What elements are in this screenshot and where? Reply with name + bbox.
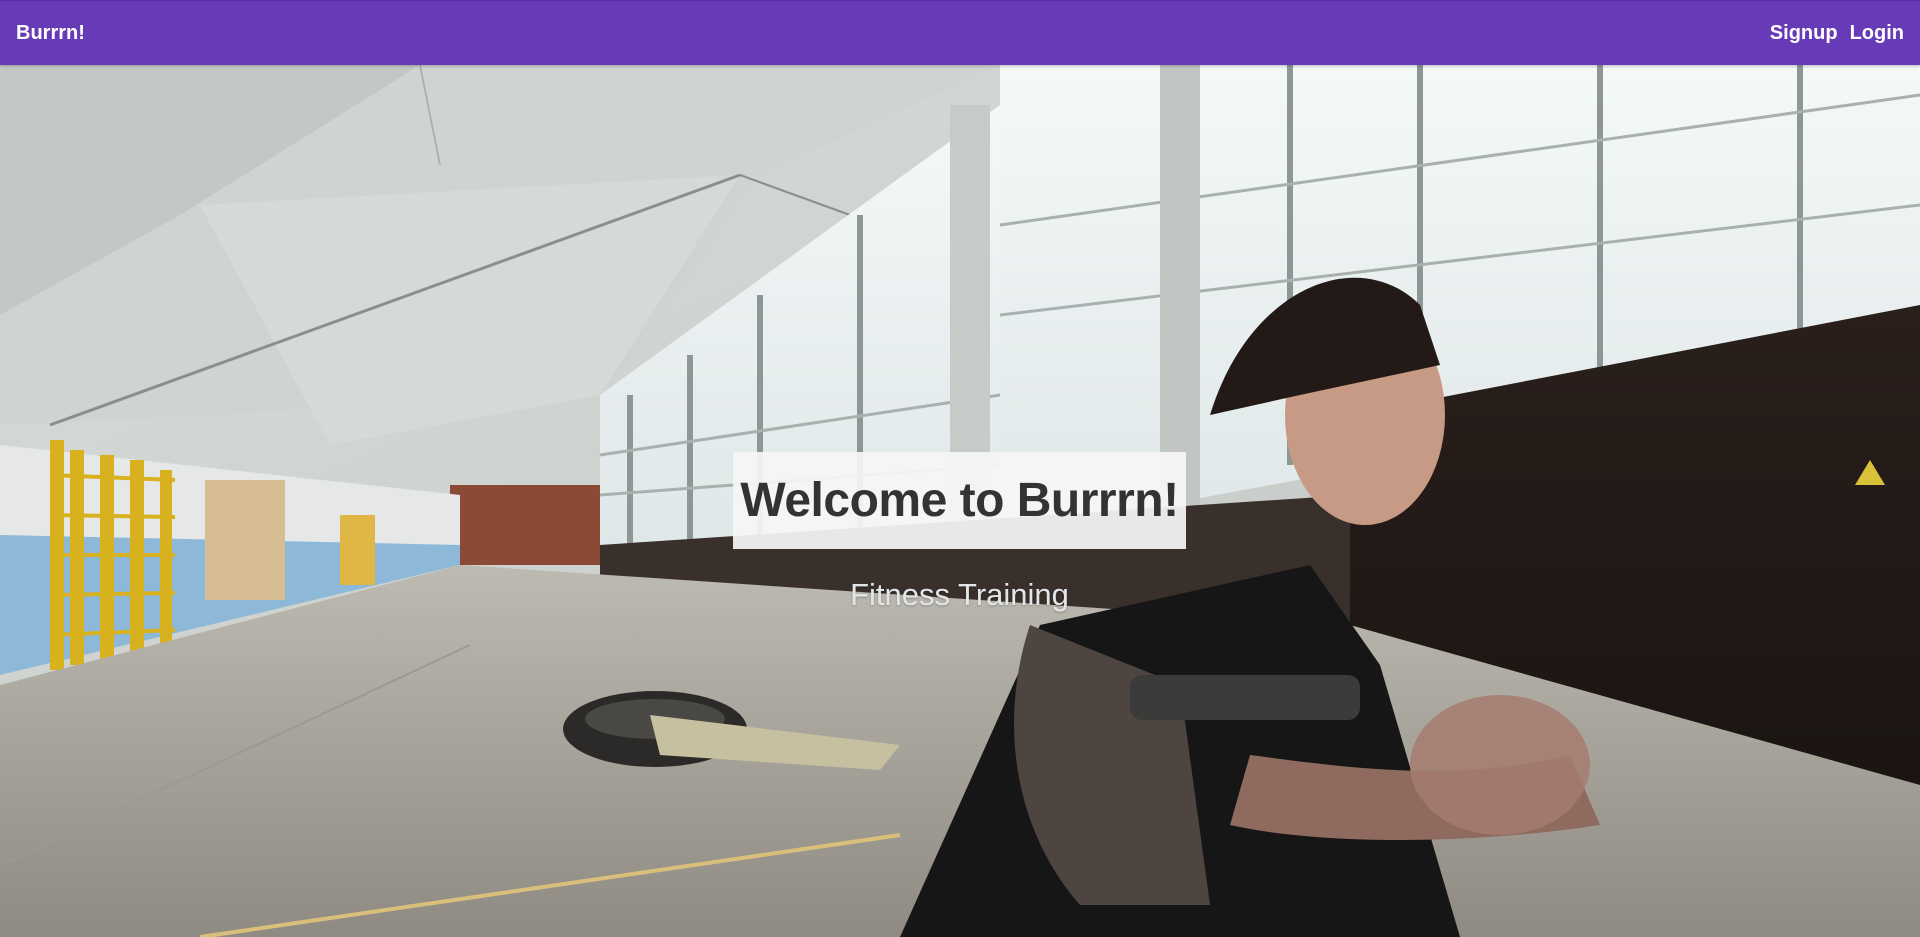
hero-subtitle: Fitness Training [850,577,1069,612]
brand-logo-link[interactable]: Burrrn! [16,22,85,45]
hero-title-box: Welcome to Burrrn! [733,452,1186,549]
app-root: Burrrn! Signup Login Welcome to Burrrn! … [0,0,1920,937]
login-link[interactable]: Login [1850,22,1904,45]
signup-link[interactable]: Signup [1770,22,1838,45]
hero-title: Welcome to Burrrn! [740,474,1179,527]
nav-links: Signup Login [1770,22,1904,45]
hero-section: Welcome to Burrrn! Fitness Training [0,65,1920,937]
top-navbar: Burrrn! Signup Login [0,0,1920,65]
